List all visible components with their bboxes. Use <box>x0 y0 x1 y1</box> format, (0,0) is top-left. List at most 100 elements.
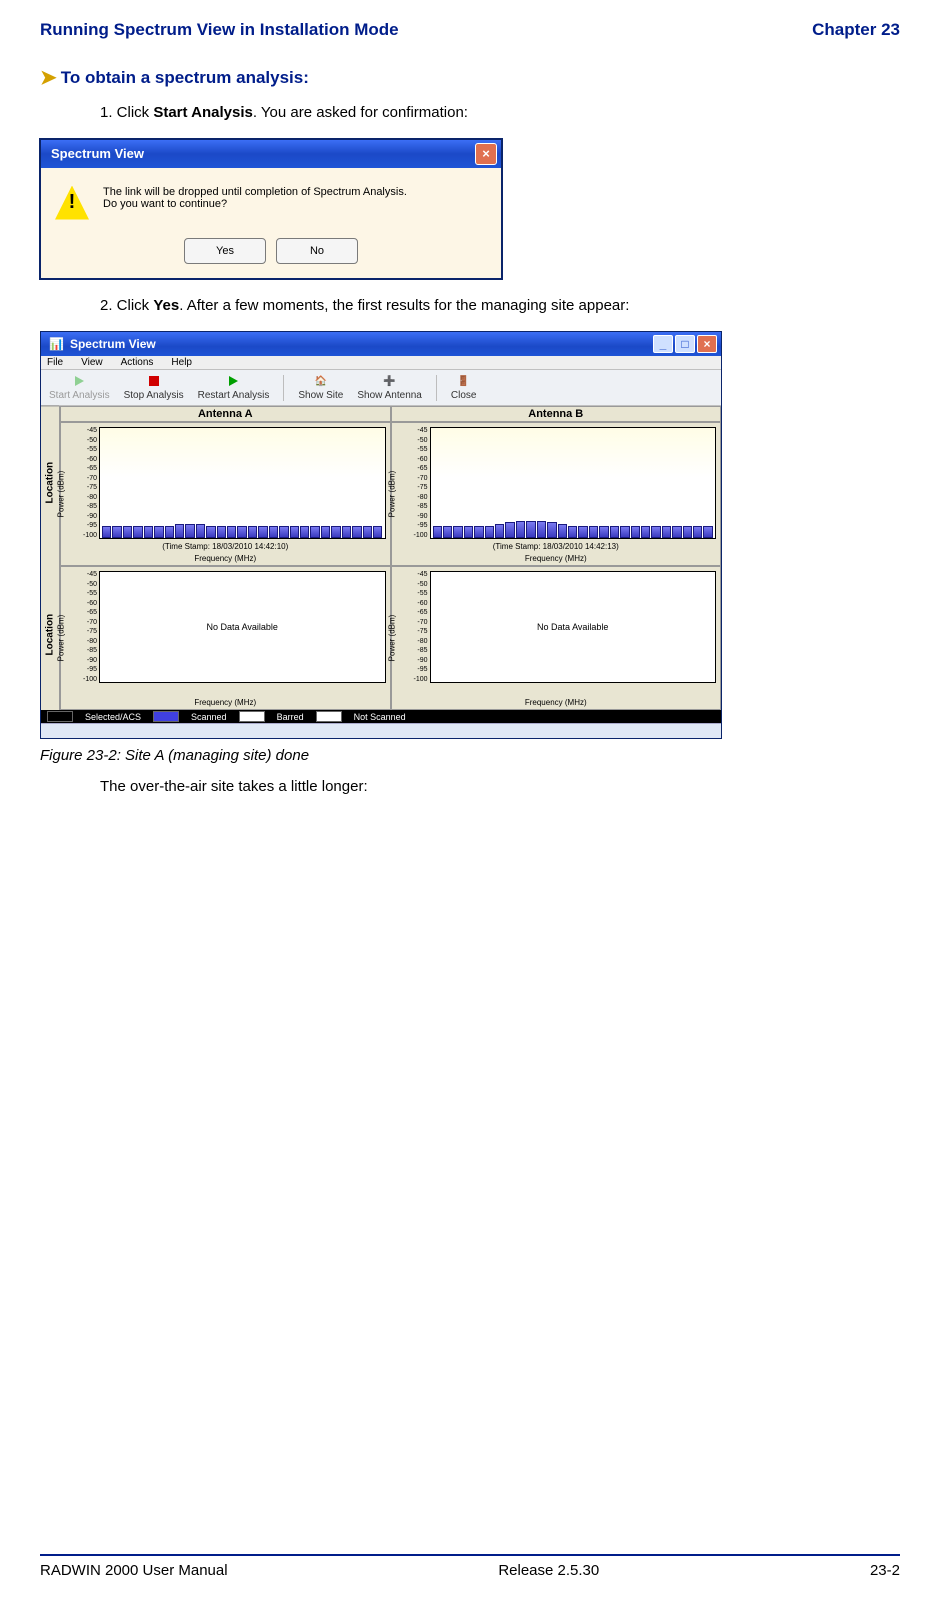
bar <box>300 526 309 538</box>
yes-button[interactable]: Yes <box>184 238 266 264</box>
dialog-message: The link will be dropped until completio… <box>103 186 407 210</box>
figure-caption: Figure 23-2: Site A (managing site) done <box>40 747 900 764</box>
bar <box>485 526 494 538</box>
close-window-icon[interactable]: × <box>697 335 717 353</box>
bar <box>433 526 442 538</box>
timestamp-label: (Time Stamp: 18/03/2010 14:42:13) <box>392 542 721 551</box>
stop-icon <box>147 374 161 388</box>
toolbar-separator <box>283 375 284 401</box>
menu-help[interactable]: Help <box>171 357 192 368</box>
menu-actions[interactable]: Actions <box>121 357 154 368</box>
bar <box>144 526 153 538</box>
y-axis-label: Power (dBm) <box>387 471 396 518</box>
bar <box>693 526 702 538</box>
plot-area: No Data Available <box>99 571 386 683</box>
step-1-text: 1. Click Start Analysis. You are asked f… <box>100 102 900 125</box>
bar <box>568 526 577 538</box>
toolbar-separator <box>436 375 437 401</box>
no-data-label: No Data Available <box>431 572 716 682</box>
restart-icon <box>226 374 240 388</box>
bar <box>589 526 598 538</box>
bar <box>112 526 121 538</box>
bar <box>631 526 640 538</box>
bar <box>363 526 372 538</box>
y-ticks: -45-50-55-60-65-70-75-80-85-90-95-100 <box>410 427 428 539</box>
antenna-icon: ➕ <box>383 374 397 388</box>
x-axis-label: Frequency (MHz) <box>61 698 390 707</box>
bar <box>703 526 712 538</box>
site-icon: 🏠 <box>314 374 328 388</box>
bar-series <box>102 483 383 538</box>
bar <box>175 524 184 538</box>
footer-center: Release 2.5.30 <box>498 1562 599 1579</box>
header-left: Running Spectrum View in Installation Mo… <box>40 20 399 40</box>
bar <box>123 526 132 538</box>
procedure-title: To obtain a spectrum analysis: <box>61 68 309 88</box>
plot-area <box>430 427 717 539</box>
x-axis-label: Frequency (MHz) <box>61 554 390 563</box>
page-footer: RADWIN 2000 User Manual Release 2.5.30 2… <box>40 1554 900 1579</box>
stop-analysis-button[interactable]: Stop Analysis <box>124 374 184 401</box>
bar <box>672 526 681 538</box>
menu-view[interactable]: View <box>81 357 103 368</box>
y-ticks: -45-50-55-60-65-70-75-80-85-90-95-100 <box>79 427 97 539</box>
bar <box>237 526 246 538</box>
y-axis-label: Power (dBm) <box>57 471 66 518</box>
menu-file[interactable]: File <box>47 357 63 368</box>
bar <box>578 526 587 538</box>
bar <box>620 526 629 538</box>
bar <box>505 522 514 538</box>
timestamp-label: (Time Stamp: 18/03/2010 14:42:10) <box>61 542 390 551</box>
legend-swatch-barred <box>239 711 265 722</box>
legend-label-scanned: Scanned <box>191 712 227 722</box>
bar <box>443 526 452 538</box>
step-2-text: 2. Click Yes. After a few moments, the f… <box>100 295 900 318</box>
legend-label-selected: Selected/ACS <box>85 712 141 722</box>
col-header-antenna-b: Antenna B <box>391 406 722 422</box>
bar <box>102 526 111 538</box>
toolbar: Start Analysis Stop Analysis Restart Ana… <box>41 370 721 406</box>
bar <box>196 524 205 538</box>
start-analysis-button: Start Analysis <box>49 374 110 401</box>
show-site-button[interactable]: 🏠 Show Site <box>298 374 343 401</box>
bar <box>342 526 351 538</box>
bar <box>206 526 215 538</box>
bar <box>165 526 174 538</box>
y-ticks: -45-50-55-60-65-70-75-80-85-90-95-100 <box>410 571 428 683</box>
bar <box>495 524 504 538</box>
show-antenna-button[interactable]: ➕ Show Antenna <box>357 374 422 401</box>
bar <box>474 526 483 538</box>
bar <box>464 526 473 538</box>
bar <box>526 521 535 538</box>
restart-analysis-button[interactable]: Restart Analysis <box>198 374 270 401</box>
plot-area: No Data Available <box>430 571 717 683</box>
legend: Selected/ACS Scanned Barred Not Scanned <box>41 710 721 723</box>
no-button[interactable]: No <box>276 238 358 264</box>
x-axis-label: Frequency (MHz) <box>392 554 721 563</box>
horizontal-scrollbar[interactable] <box>41 723 721 738</box>
minimize-icon[interactable]: _ <box>653 335 673 353</box>
bar <box>516 521 525 538</box>
footer-right: 23-2 <box>870 1562 900 1579</box>
dialog-titlebar[interactable]: Spectrum View × <box>41 140 501 168</box>
maximize-icon[interactable]: □ <box>675 335 695 353</box>
bar <box>651 526 660 538</box>
bar <box>352 526 361 538</box>
col-header-antenna-a: Antenna A <box>60 406 391 422</box>
bar <box>537 521 546 538</box>
exit-icon: 🚪 <box>457 374 471 388</box>
x-axis-label: Frequency (MHz) <box>392 698 721 707</box>
app-icon: 📊 <box>49 337 64 351</box>
window-titlebar[interactable]: 📊 Spectrum View _ □ × <box>41 332 721 356</box>
legend-swatch-selected <box>47 711 73 722</box>
close-icon[interactable]: × <box>475 143 497 165</box>
bar <box>373 526 382 538</box>
triangle-right-icon: ➤ <box>40 68 57 88</box>
close-button[interactable]: 🚪 Close <box>451 374 477 401</box>
bar-series <box>433 483 714 538</box>
no-data-label: No Data Available <box>100 572 385 682</box>
dialog-title: Spectrum View <box>51 146 144 161</box>
body-text-after-figure: The over-the-air site takes a little lon… <box>100 776 900 799</box>
bar <box>641 526 650 538</box>
bar <box>321 526 330 538</box>
